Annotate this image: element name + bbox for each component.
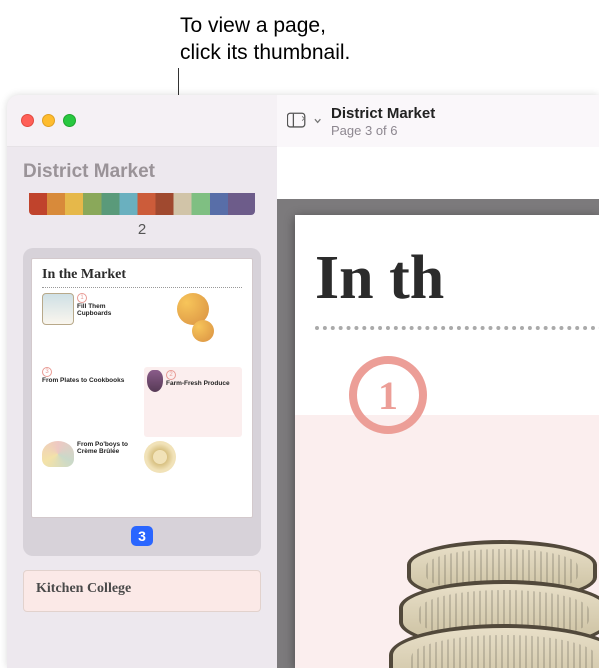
help-annotation: To view a page, click its thumbnail. xyxy=(180,12,350,67)
page-indicator: Page 3 of 6 xyxy=(331,123,435,138)
sidebar-document-title: District Market xyxy=(23,161,261,183)
window-controls xyxy=(21,114,76,127)
thumbnail-preview: In the Market 1 Fill Them Cupboards xyxy=(31,258,253,518)
thumbnail-section xyxy=(144,441,242,511)
section-title: From Plates to Cookbooks xyxy=(42,377,140,384)
jar-illustration xyxy=(329,508,599,668)
callout-number: 1 xyxy=(378,372,398,419)
main-document-pane: In th 1 xyxy=(277,147,599,668)
document-meta: District Market Page 3 of 6 xyxy=(331,105,435,138)
thumbnail-divider xyxy=(42,287,242,288)
eggplant-icon xyxy=(147,370,163,392)
toolbar: District Market Page 3 of 6 xyxy=(277,95,599,147)
thumbnails-sidebar: District Market 2 In the Market 1 Fill T… xyxy=(7,147,277,668)
annotation-line1: To view a page, xyxy=(180,12,350,39)
annotation-line2: click its thumbnail. xyxy=(180,39,350,66)
fullscreen-button[interactable] xyxy=(63,114,76,127)
pie-icon xyxy=(144,441,176,473)
thumbnail-content-grid: 1 Fill Them Cupboards 3 From Plates to C xyxy=(42,293,242,511)
thumbnail-section: 1 Fill Them Cupboards xyxy=(42,293,140,363)
thumbnail-section: 2 Farm-Fresh Produce xyxy=(144,367,242,437)
app-window: District Market Page 3 of 6 District Mar… xyxy=(7,95,599,668)
thumbnail-section: 3 From Plates to Cookbooks xyxy=(42,367,140,437)
section-number: 3 xyxy=(42,367,52,377)
close-button[interactable] xyxy=(21,114,34,127)
section-title: Fill Them Cupboards xyxy=(77,303,140,317)
page-thumbnail-2-partial[interactable] xyxy=(29,193,255,215)
chevron-down-icon xyxy=(314,118,321,124)
sidebar-toggle-button[interactable] xyxy=(287,107,321,135)
page-number-2: 2 xyxy=(23,221,261,238)
section-title: From Po'boys to Crème Brûlée xyxy=(77,441,140,455)
page-thumbnail-4-partial[interactable]: Kitchen College xyxy=(23,570,261,612)
selected-page-badge: 3 xyxy=(131,526,153,546)
document-title: District Market xyxy=(331,105,435,122)
thumbnail-section: From Po'boys to Crème Brûlée xyxy=(42,441,140,511)
thumbnail-heading: Kitchen College xyxy=(36,581,248,597)
document-page[interactable]: In th 1 xyxy=(295,215,599,668)
oranges-icon xyxy=(192,320,214,342)
page-headline: In th xyxy=(315,243,599,314)
bowls-icon xyxy=(42,441,74,467)
minimize-button[interactable] xyxy=(42,114,55,127)
page-thumbnail-3-selected[interactable]: In the Market 1 Fill Them Cupboards xyxy=(23,248,261,556)
jar-icon xyxy=(42,293,74,325)
canvas-background: In th 1 xyxy=(277,199,599,668)
thumbnail-heading: In the Market xyxy=(42,267,242,283)
page-dotted-rule xyxy=(315,326,599,330)
section-number-callout: 1 xyxy=(349,356,427,434)
section-number: 2 xyxy=(166,370,176,380)
section-title: Farm-Fresh Produce xyxy=(166,380,239,387)
sidebar-icon xyxy=(287,112,311,130)
thumbnail-section xyxy=(144,293,242,363)
section-number: 1 xyxy=(77,293,87,303)
